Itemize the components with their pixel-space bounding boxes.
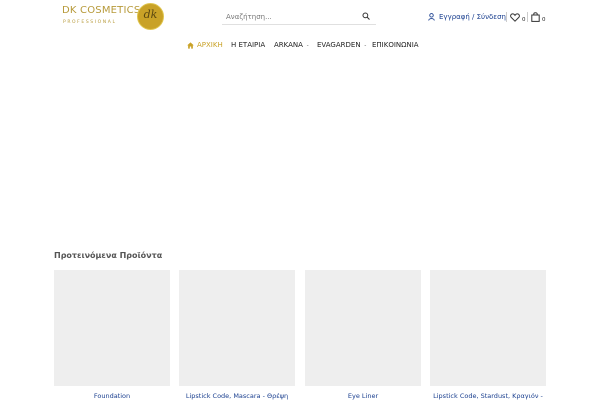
product-card[interactable]: Lipstick Code, Mascara - Θρέψη (179, 270, 295, 400)
account-label: Εγγραφή / Σύνδεση (439, 13, 506, 21)
product-card[interactable]: Foundation (54, 270, 170, 400)
product-image[interactable] (430, 270, 546, 386)
cart-button[interactable]: 0 (531, 10, 546, 24)
product-image[interactable] (54, 270, 170, 386)
brand-logo[interactable]: DK COSMETICS PROFESSIONAL dk (62, 3, 166, 31)
search-icon[interactable] (362, 12, 370, 20)
product-title[interactable]: Lipstick Code, Mascara - Θρέψη (179, 392, 295, 400)
nav-item-label: Η ΕΤΑΙΡΙΑ (231, 41, 266, 49)
product-card[interactable]: Eye Liner (305, 270, 421, 400)
search-bar (222, 9, 376, 25)
chevron-down-icon: ⌄ (363, 42, 367, 47)
logo-text: DK COSMETICS (62, 5, 141, 16)
product-image[interactable] (305, 270, 421, 386)
product-card[interactable]: Lipstick Code, Stardust, Κραγιόν - (430, 270, 546, 400)
product-image[interactable] (179, 270, 295, 386)
nav-item-arkana[interactable]: ARKANA ⌄ (274, 38, 309, 52)
featured-products-heading: Προτεινόμενα Προϊόντα (54, 251, 163, 260)
nav-item-home[interactable]: ΑΡΧΙΚΗ (187, 38, 223, 52)
product-title[interactable]: Lipstick Code, Stardust, Κραγιόν - (430, 392, 546, 400)
nav-item-label: ARKANA (274, 41, 303, 49)
chevron-down-icon: ⌄ (305, 42, 310, 47)
site-header: DK COSMETICS PROFESSIONAL dk Εγγραφή / Σ… (0, 0, 600, 36)
nav-item-company[interactable]: Η ΕΤΑΙΡΙΑ (231, 38, 265, 52)
nav-item-label: EVAGARDEN (317, 41, 361, 49)
product-title[interactable]: Eye Liner (305, 392, 421, 400)
product-title[interactable]: Foundation (54, 392, 170, 400)
nav-item-contact[interactable]: ΕΠΙΚΟΙΝΩΝΙΑ (372, 38, 419, 52)
logo-mark-icon: dk (137, 3, 164, 30)
nav-item-label: ΑΡΧΙΚΗ (197, 41, 223, 49)
cart-count: 0 (542, 17, 546, 23)
wishlist-count: 0 (522, 17, 526, 23)
user-icon (428, 13, 435, 21)
account-link[interactable]: Εγγραφή / Σύνδεση (428, 12, 506, 22)
header-divider (527, 12, 528, 22)
nav-item-label: ΕΠΙΚΟΙΝΩΝΙΑ (372, 41, 419, 49)
logo-tagline: PROFESSIONAL (63, 20, 117, 25)
shopping-bag-icon (531, 12, 540, 22)
home-icon (187, 41, 194, 49)
search-input[interactable] (226, 10, 356, 24)
heart-icon (510, 12, 520, 22)
main-nav: ΑΡΧΙΚΗ Η ΕΤΑΙΡΙΑ ARKANA ⌄ EVAGARDEN ⌄ ΕΠ… (0, 38, 600, 52)
wishlist-button[interactable]: 0 (510, 10, 526, 24)
nav-item-evagarden[interactable]: EVAGARDEN ⌄ (317, 38, 367, 52)
header-divider (506, 12, 507, 22)
logo-mark-text: dk (143, 8, 158, 21)
